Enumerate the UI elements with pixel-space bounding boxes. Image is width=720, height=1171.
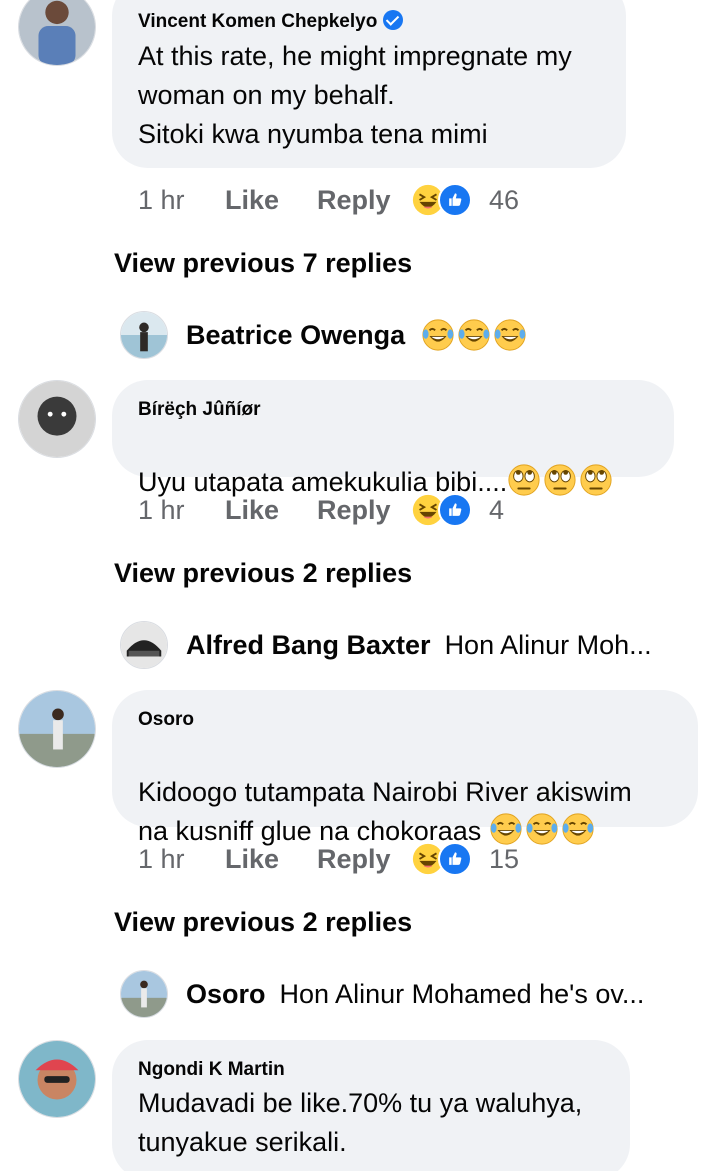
face-with-tears-of-joy-icon <box>421 318 455 352</box>
comment-timestamp[interactable]: 1 hr <box>138 185 225 216</box>
comment-actions: 1 hr Like Reply 15 <box>138 839 519 879</box>
face-with-tears-of-joy-icon <box>493 318 527 352</box>
comment-actions: 1 hr Like Reply 46 <box>138 180 519 220</box>
comment-actions: 1 hr Like Reply 4 <box>138 490 504 530</box>
comment-author[interactable]: Bírëçh Jûñíør <box>138 399 260 421</box>
reply-preview-row[interactable]: Alfred Bang Baxter Hon Alinur Moh... <box>120 620 690 670</box>
view-previous-replies-link[interactable]: View previous 2 replies <box>114 558 412 589</box>
like-reaction-icon <box>438 493 472 527</box>
comment-bubble: Bírëçh Jûñíør Uyu utapata amekukulia bib… <box>112 380 674 497</box>
avatar-vincent[interactable] <box>18 0 96 66</box>
comment-bubble: Ngondi K Martin Mudavadi be like.70% tu … <box>112 1040 630 1171</box>
face-with-tears-of-joy-icon <box>561 812 595 846</box>
reply-preview-emojis <box>421 318 527 352</box>
avatar-beatrice <box>120 311 168 359</box>
reply-button[interactable]: Reply <box>317 844 411 875</box>
reaction-count[interactable]: 46 <box>489 185 519 216</box>
face-with-rolling-eyes-icon <box>543 463 577 497</box>
like-reaction-icon <box>438 842 472 876</box>
reply-preview-row[interactable]: Osoro Hon Alinur Mohamed he's ov... <box>120 969 690 1019</box>
view-previous-replies-link[interactable]: View previous 7 replies <box>114 248 412 279</box>
comment-bubble: Osoro Kidoogo tutampata Nairobi River ak… <box>112 690 698 846</box>
avatar-birech[interactable] <box>18 380 96 458</box>
reply-preview-text: Hon Alinur Moh... <box>444 629 652 660</box>
reply-author: Alfred Bang Baxter <box>186 629 431 660</box>
reactions-summary[interactable] <box>411 492 477 528</box>
reaction-count[interactable]: 4 <box>489 495 504 526</box>
reply-button[interactable]: Reply <box>317 185 411 216</box>
reply-author: Osoro <box>186 978 266 1009</box>
reply-preview-text: Hon Alinur Mohamed he's ov... <box>279 978 645 1009</box>
like-button[interactable]: Like <box>225 495 317 526</box>
reply-button[interactable]: Reply <box>317 495 411 526</box>
reply-author: Beatrice Owenga <box>186 319 406 350</box>
like-button[interactable]: Like <box>225 844 317 875</box>
avatar-osoro-reply <box>120 970 168 1018</box>
avatar-osoro[interactable] <box>18 690 96 768</box>
avatar-alfred <box>120 621 168 669</box>
reactions-summary[interactable] <box>411 182 477 218</box>
comment-text: Kidoogo tutampata Nairobi River akiswim n… <box>138 777 632 846</box>
comment-timestamp[interactable]: 1 hr <box>138 495 225 526</box>
verified-badge-icon <box>383 10 404 30</box>
face-with-tears-of-joy-icon <box>525 812 559 846</box>
like-reaction-icon <box>438 183 472 217</box>
comment-timestamp[interactable]: 1 hr <box>138 844 225 875</box>
reply-preview-row[interactable]: Beatrice Owenga <box>120 310 690 360</box>
avatar-ngondi[interactable] <box>18 1040 96 1118</box>
comment-bubble: Vincent Komen Chepkelyo At this rate, he… <box>112 0 626 168</box>
reactions-summary[interactable] <box>411 841 477 877</box>
comment-author[interactable]: Osoro <box>138 709 194 731</box>
comment-author[interactable]: Vincent Komen Chepkelyo <box>138 10 404 33</box>
view-previous-replies-link[interactable]: View previous 2 replies <box>114 907 412 938</box>
comment-text: At this rate, he might impregnate my wom… <box>138 41 572 149</box>
face-with-tears-of-joy-icon <box>457 318 491 352</box>
face-with-rolling-eyes-icon <box>579 463 613 497</box>
comment-text: Mudavadi be like.70% tu ya waluhya, tuny… <box>138 1088 583 1157</box>
comment-author[interactable]: Ngondi K Martin <box>138 1059 285 1081</box>
reaction-count[interactable]: 15 <box>489 844 519 875</box>
like-button[interactable]: Like <box>225 185 317 216</box>
face-with-rolling-eyes-icon <box>507 463 541 497</box>
